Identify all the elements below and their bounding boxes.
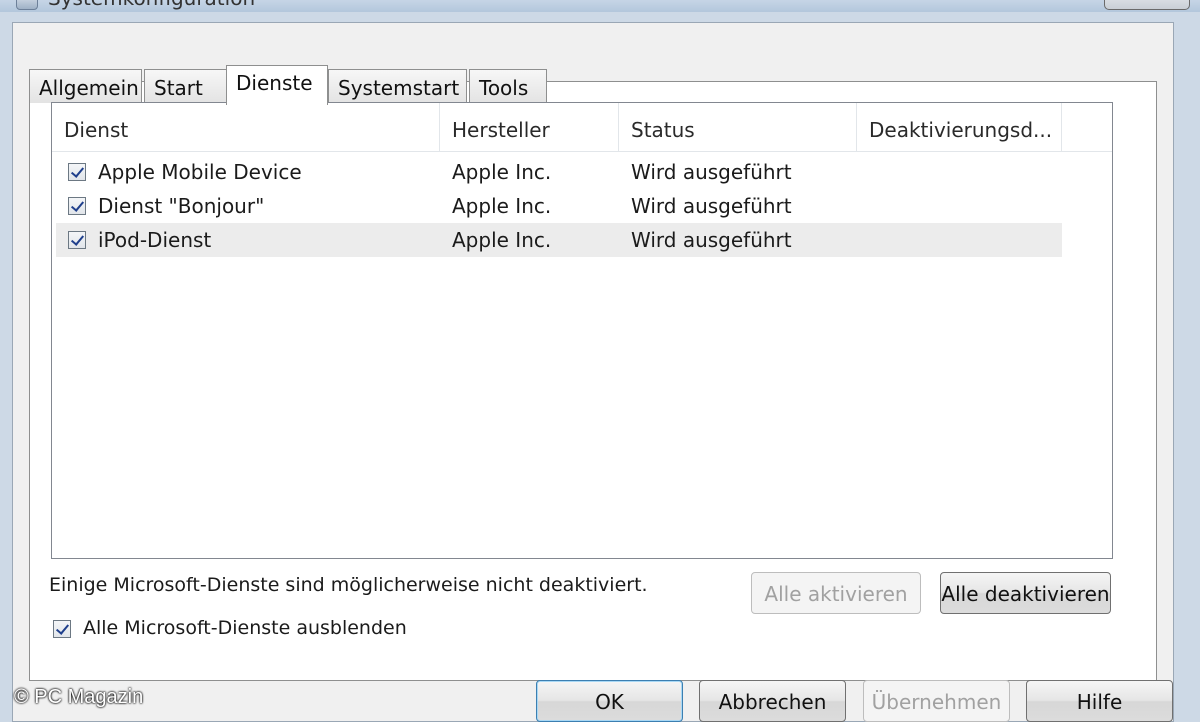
- service-name: Apple Mobile Device: [98, 160, 302, 184]
- service-status: Wird ausgeführt: [631, 228, 792, 252]
- service-name: Dienst "Bonjour": [98, 194, 265, 218]
- watermark: © PC Magazin: [14, 686, 144, 708]
- title-bar: Systemkonfiguration: [0, 0, 1200, 12]
- service-checkbox[interactable]: [68, 163, 86, 181]
- table-row[interactable]: Apple Mobile Device Apple Inc. Wird ausg…: [56, 155, 1062, 189]
- window-title: Systemkonfiguration: [48, 0, 255, 10]
- info-note: Einige Microsoft-Dienste sind möglicherw…: [49, 574, 648, 596]
- enable-all-button[interactable]: Alle aktivieren: [751, 572, 921, 614]
- tab-tools[interactable]: Tools: [469, 69, 547, 103]
- tab-start[interactable]: Start: [144, 69, 228, 103]
- tab-systemstart[interactable]: Systemstart: [328, 69, 467, 103]
- service-vendor: Apple Inc.: [452, 160, 552, 184]
- column-header-dienst[interactable]: Dienst: [52, 103, 440, 151]
- service-vendor: Apple Inc.: [452, 194, 552, 218]
- close-button[interactable]: [1104, 0, 1190, 10]
- service-checkbox[interactable]: [68, 197, 86, 215]
- disable-all-button[interactable]: Alle deaktivieren: [940, 572, 1111, 614]
- app-icon: [16, 0, 38, 10]
- column-header-deaktivierungsdatum[interactable]: Deaktivierungsd...: [857, 103, 1062, 151]
- column-header-status[interactable]: Status: [619, 103, 857, 151]
- tab-allgemein[interactable]: Allgemein: [29, 69, 142, 103]
- service-name: iPod-Dienst: [98, 228, 212, 252]
- dialog: Allgemein Start Dienste Systemstart Tool…: [12, 22, 1174, 722]
- tab-dienste[interactable]: Dienste: [226, 65, 328, 105]
- table-row[interactable]: iPod-Dienst Apple Inc. Wird ausgeführt: [56, 223, 1062, 257]
- help-button[interactable]: Hilfe: [1026, 680, 1173, 722]
- cancel-button[interactable]: Abbrechen: [699, 680, 846, 722]
- apply-button[interactable]: Übernehmen: [863, 680, 1010, 722]
- service-status: Wird ausgeführt: [631, 194, 792, 218]
- service-status: Wird ausgeführt: [631, 160, 792, 184]
- list-header: Dienst Hersteller Status Deaktivierungsd…: [52, 103, 1112, 152]
- hide-ms-services-label: Alle Microsoft-Dienste ausblenden: [83, 617, 407, 639]
- service-checkbox[interactable]: [68, 231, 86, 249]
- column-header-hersteller[interactable]: Hersteller: [440, 103, 619, 151]
- column-header-filler: [1062, 103, 1112, 151]
- service-vendor: Apple Inc.: [452, 228, 552, 252]
- hide-ms-services-checkbox[interactable]: [53, 620, 71, 638]
- services-list[interactable]: Dienst Hersteller Status Deaktivierungsd…: [51, 102, 1113, 559]
- table-row[interactable]: Dienst "Bonjour" Apple Inc. Wird ausgefü…: [56, 189, 1062, 223]
- ok-button[interactable]: OK: [536, 680, 683, 722]
